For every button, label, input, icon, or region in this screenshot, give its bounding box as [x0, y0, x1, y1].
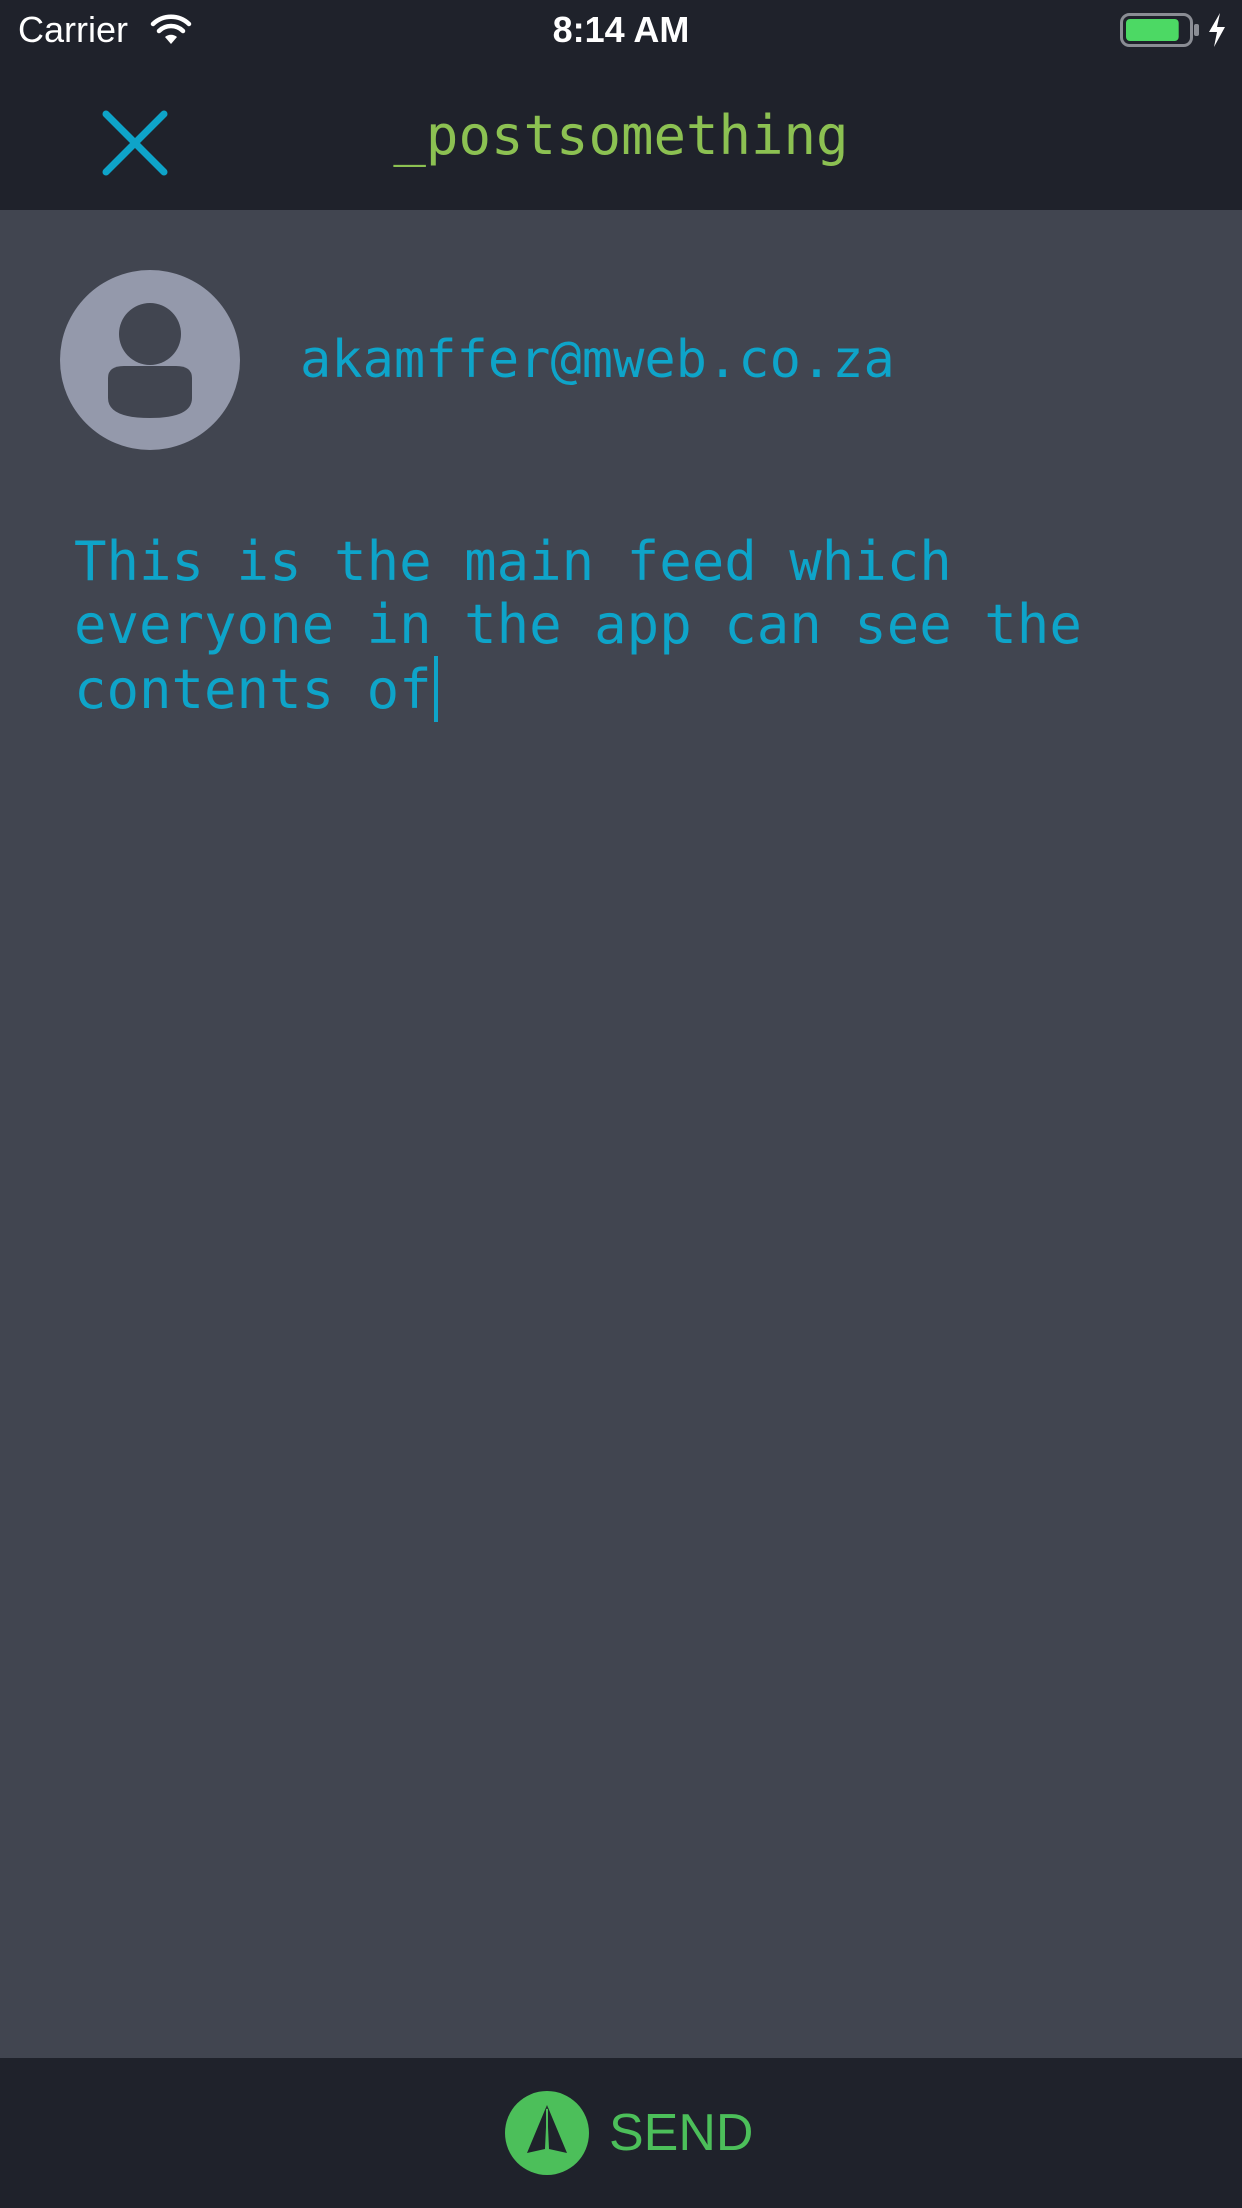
person-icon	[60, 270, 240, 450]
post-compose-screen: Carrier 8:14 AM _postsomething akamffer@…	[0, 0, 1242, 2208]
avatar	[60, 270, 240, 450]
bottom-bar: SEND	[0, 2058, 1242, 2208]
paper-plane-icon	[505, 2091, 589, 2175]
navigation-bar: _postsomething	[0, 60, 1242, 210]
text-cursor	[433, 656, 438, 722]
status-bar: Carrier 8:14 AM	[0, 0, 1242, 60]
send-label: SEND	[609, 2104, 754, 2162]
post-text-input[interactable]: This is the main feed which everyone in …	[74, 530, 1174, 722]
send-button[interactable]: SEND	[505, 2090, 753, 2176]
page-title: _postsomething	[393, 104, 849, 167]
post-text-value: This is the main feed which everyone in …	[74, 530, 1082, 721]
battery-icon	[1120, 13, 1200, 47]
user-email: akamffer@mweb.co.za	[300, 330, 895, 390]
status-time: 8:14 AM	[552, 9, 690, 50]
composer-area: akamffer@mweb.co.za This is the main fee…	[0, 210, 1242, 2058]
charging-bolt-icon	[1206, 12, 1228, 48]
